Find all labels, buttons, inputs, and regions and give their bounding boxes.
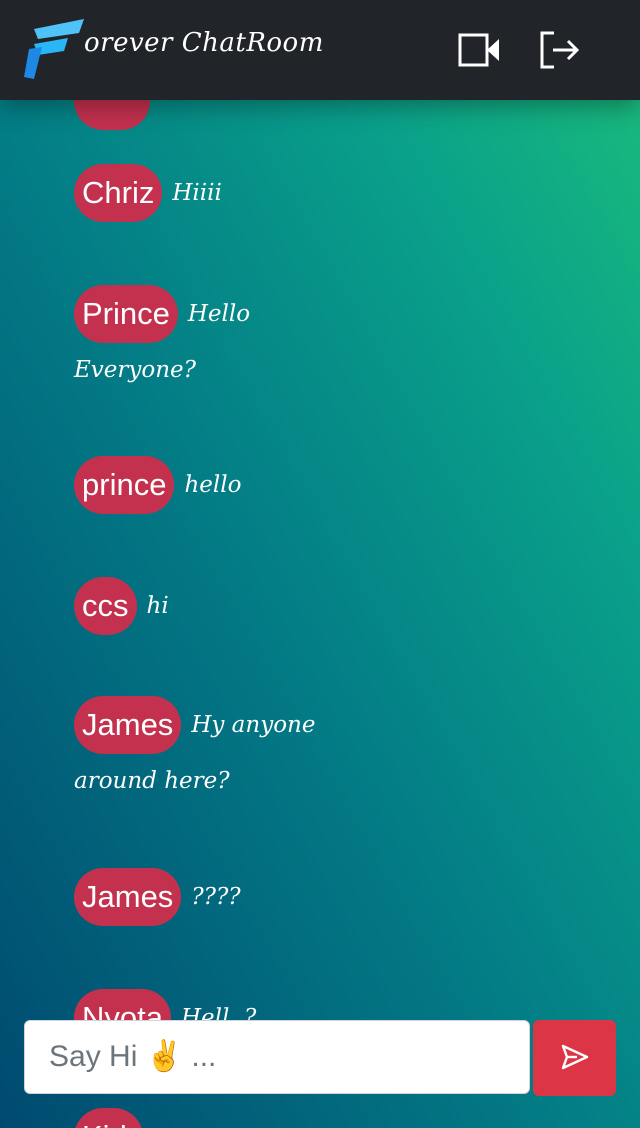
message-item: James???? <box>74 868 374 926</box>
logout-icon[interactable] <box>538 30 580 70</box>
send-button[interactable] <box>533 1020 616 1096</box>
message-text: hello <box>184 471 242 498</box>
navbar: orever ChatRoom <box>0 0 640 100</box>
user-name-badge <box>74 100 150 130</box>
brand-logo-icon[interactable] <box>24 19 84 79</box>
message-item: prince hello <box>74 456 374 514</box>
message-composer <box>24 1020 616 1096</box>
user-name-badge: Chriz <box>74 164 163 222</box>
message-item: Prince Hello Everyone? <box>74 285 374 397</box>
send-icon <box>560 1044 590 1075</box>
partial-message <box>74 100 374 130</box>
user-name-badge: prince <box>74 456 175 514</box>
user-name-badge: Kirk <box>74 1108 144 1128</box>
message-item: Chriz Hiiii <box>74 164 374 222</box>
user-name-badge: Prince <box>74 285 178 343</box>
message-list: Chriz Hiiii Prince Hello Everyone? prince h… <box>0 100 640 1128</box>
message-item: James Hy anyone around here? <box>74 696 374 808</box>
user-name-badge: ccs <box>74 577 137 635</box>
message-item: Kirk <box>74 1108 374 1128</box>
message-input[interactable] <box>24 1020 530 1094</box>
user-name-badge: James <box>74 696 182 754</box>
brand-title: orever ChatRoom <box>84 28 324 58</box>
message-text: ???? <box>191 883 241 910</box>
message-item: ccs hi <box>74 577 374 635</box>
message-text: hi <box>146 592 169 619</box>
user-name-badge: James <box>74 868 182 926</box>
message-text: Hiiii <box>172 179 222 206</box>
video-camera-icon[interactable] <box>458 30 500 70</box>
